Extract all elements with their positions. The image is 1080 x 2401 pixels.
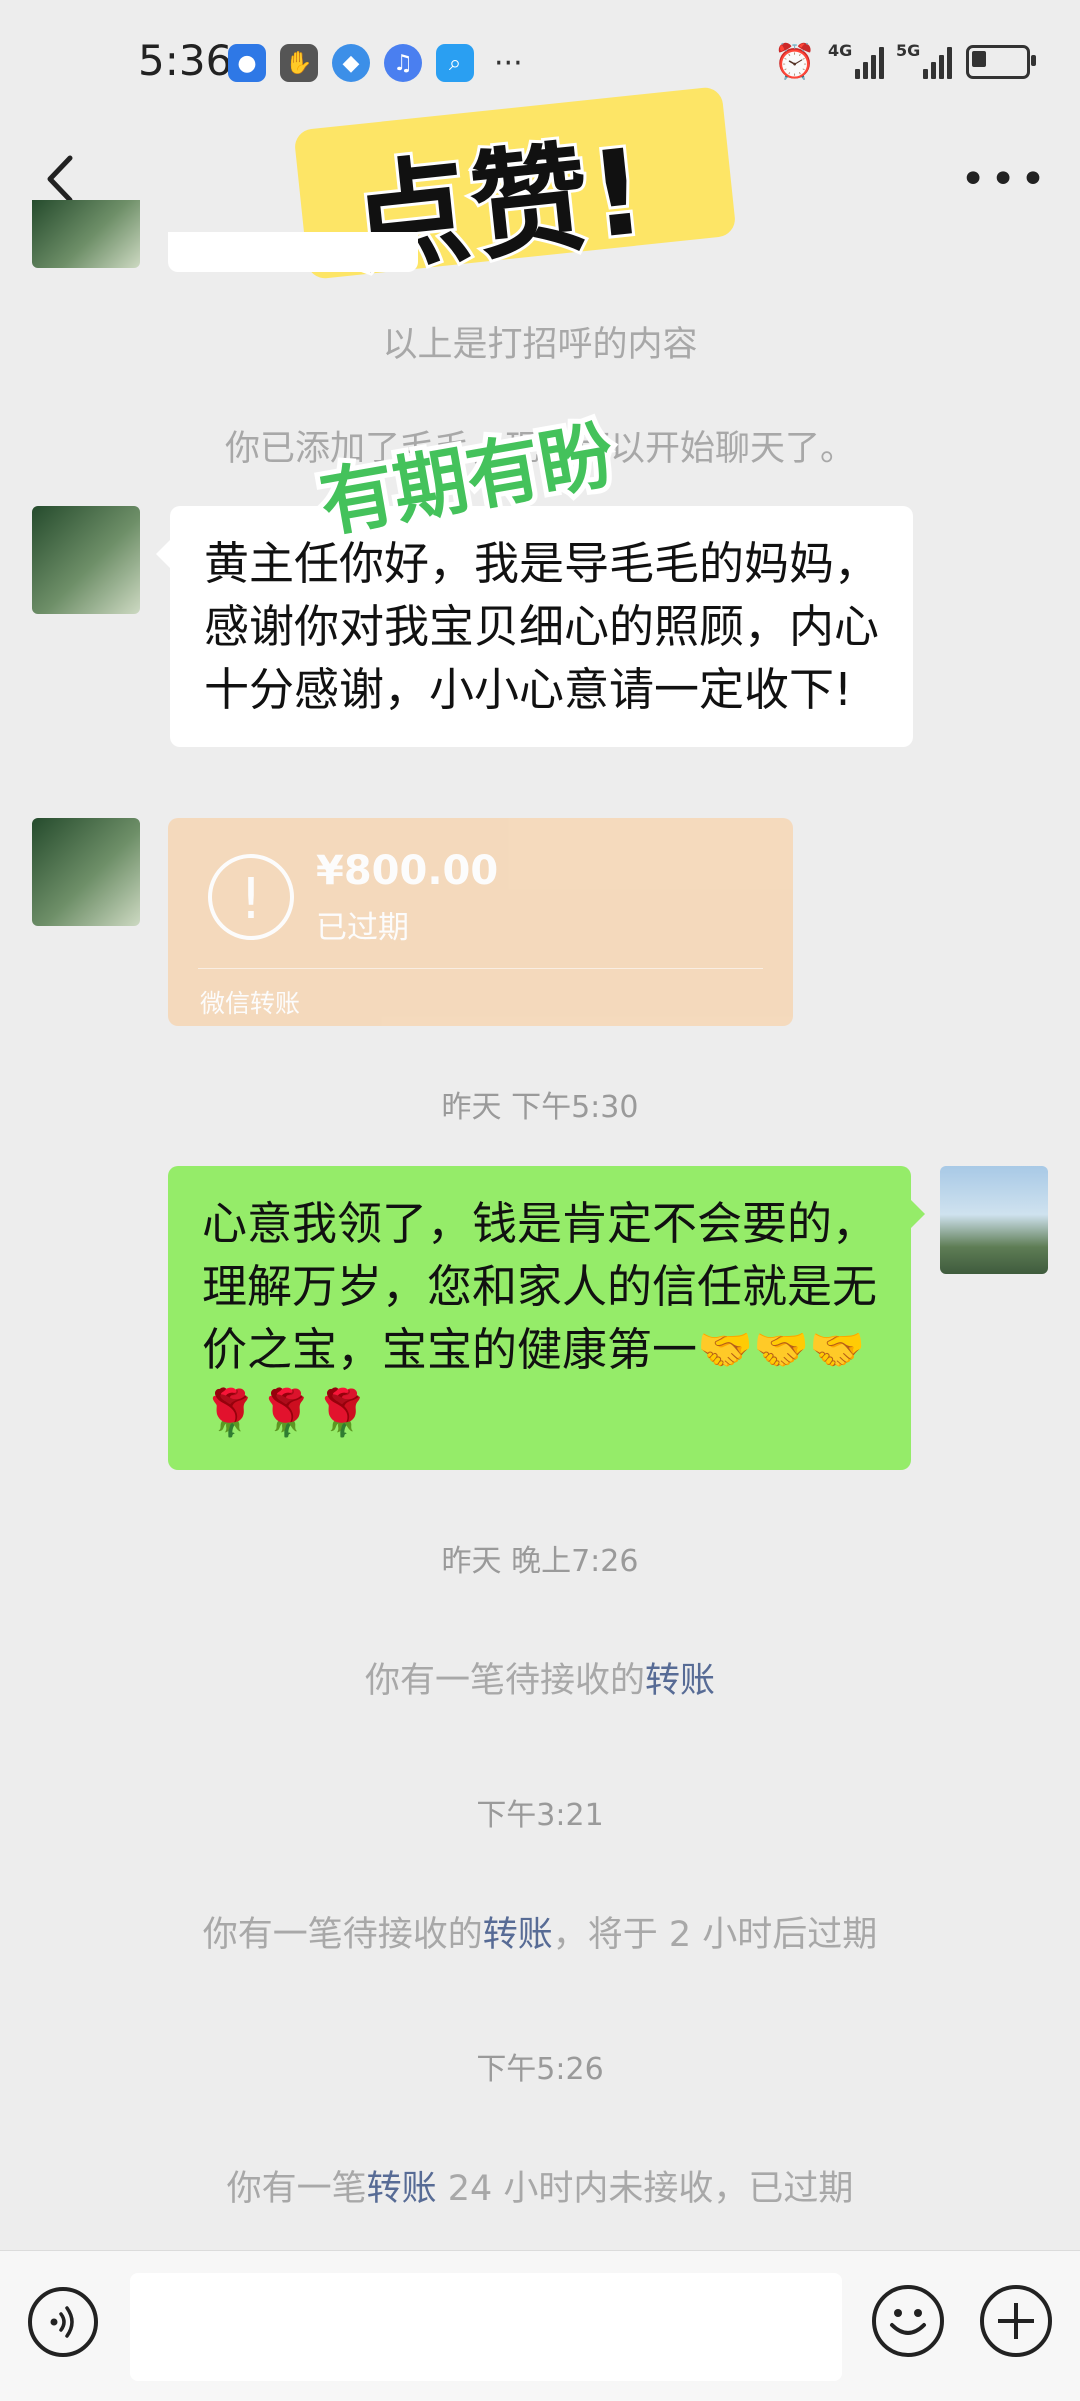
net-label-4g: 4G <box>828 41 853 60</box>
battery-icon <box>966 45 1036 79</box>
avatar[interactable] <box>32 200 140 268</box>
transfer-link[interactable]: 转账 <box>645 1661 715 1701</box>
divider <box>198 968 763 969</box>
timestamp: 下午5:26 <box>476 2052 604 2087</box>
message-input[interactable] <box>130 2273 842 2381</box>
voice-button[interactable] <box>28 2287 98 2357</box>
search-app-icon: ⌕ <box>436 44 474 82</box>
transfer-link[interactable]: 转账 <box>483 1915 553 1955</box>
signal-4g-icon: 4G <box>828 41 884 79</box>
emoji-button[interactable] <box>872 2285 944 2357</box>
sys-text: 你有一笔待接收的 <box>202 1915 483 1955</box>
signal-5g-icon: 5G <box>896 41 952 79</box>
status-right: ⏰ 4G 5G <box>773 41 1036 82</box>
message-bubble-received[interactable]: 黄主任你好，我是导毛毛的妈妈，感谢你对我宝贝细心的照顾，内心十分感谢，小小心意请… <box>156 506 913 747</box>
timestamp: 昨天 晚上7:26 <box>441 1544 639 1579</box>
sys-text: ，将于 2 小时后过期 <box>552 1915 878 1955</box>
status-time: 5:36 <box>138 36 233 85</box>
avatar[interactable] <box>32 506 140 614</box>
message-bubble-sent[interactable]: 心意我领了，钱是肯定不会要的，理解万岁，您和家人的信任就是无价之宝，宝宝的健康第… <box>168 1166 925 1470</box>
system-message-greeting: 以上是打招呼的内容 <box>382 325 698 365</box>
voice-wave-icon <box>50 2306 74 2338</box>
hand-app-icon: ✋ <box>280 44 318 82</box>
more-options-button[interactable]: ••• <box>960 154 1050 205</box>
sys-text: 你有一笔待接收的 <box>364 1661 645 1701</box>
net-label-5g: 5G <box>896 41 921 60</box>
avatar[interactable] <box>32 818 140 926</box>
lightbulb-app-icon: ● <box>228 44 266 82</box>
message-bubble-partial <box>168 232 418 272</box>
sys-text: 你有一笔 <box>226 2169 367 2209</box>
transfer-footer: 微信转账 <box>200 989 301 1018</box>
notification-icons: ● ✋ ◆ ♫ ⌕ ··· <box>228 44 523 82</box>
transfer-amount: ¥800.00 <box>316 848 499 894</box>
sys-text: 24 小时内未接收，已过期 <box>436 2169 854 2209</box>
system-message-transfer-pending: 你有一笔待接收的转账 <box>0 1652 1080 1703</box>
transfer-card[interactable]: ! ¥800.00 已过期 微信转账 <box>168 818 793 1026</box>
browser-app-icon: ◆ <box>332 44 370 82</box>
system-message-transfer-expired: 你有一笔转账 24 小时内未接收，已过期 <box>0 2160 1080 2211</box>
music-app-icon: ♫ <box>384 44 422 82</box>
timestamp: 昨天 下午5:30 <box>441 1090 639 1125</box>
input-bar <box>0 2250 1080 2401</box>
transfer-status: 已过期 <box>316 910 409 946</box>
exclamation-icon: ! <box>208 854 294 940</box>
alarm-icon: ⏰ <box>773 42 816 82</box>
more-functions-button[interactable] <box>980 2285 1052 2357</box>
transfer-link[interactable]: 转账 <box>367 2169 437 2209</box>
smiley-icon <box>890 2309 926 2335</box>
timestamp: 下午3:21 <box>476 1798 604 1833</box>
system-message-transfer-expiring: 你有一笔待接收的转账，将于 2 小时后过期 <box>0 1906 1080 1957</box>
avatar[interactable] <box>940 1166 1048 1274</box>
overflow-dots-icon: ··· <box>494 45 523 81</box>
